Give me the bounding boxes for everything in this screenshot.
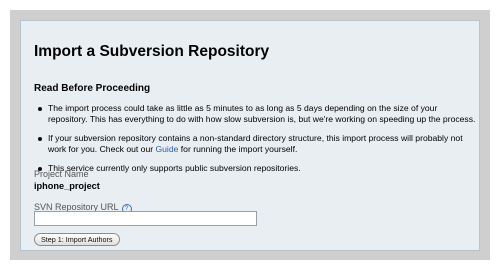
import-panel: Import a Subversion Repository Read Befo… — [20, 20, 480, 251]
note-text: for running the import yourself. — [178, 144, 298, 154]
import-authors-button[interactable]: Step 1: Import Authors — [34, 233, 120, 246]
notes-list: The import process could take as little … — [34, 103, 478, 182]
list-item: This service currently only supports pub… — [38, 163, 478, 174]
svn-url-input[interactable] — [34, 211, 257, 226]
read-before-heading: Read Before Proceeding — [34, 83, 151, 94]
guide-link[interactable]: Guide — [155, 144, 178, 154]
page-title: Import a Subversion Repository — [34, 43, 270, 60]
list-item: The import process could take as little … — [38, 103, 478, 125]
project-name-label: Project Name — [34, 169, 89, 179]
page-frame: Import a Subversion Repository Read Befo… — [10, 10, 490, 260]
project-name-value: iphone_project — [34, 181, 100, 191]
list-item: If your subversion repository contains a… — [38, 133, 478, 155]
note-text: The import process could take as little … — [48, 103, 476, 124]
